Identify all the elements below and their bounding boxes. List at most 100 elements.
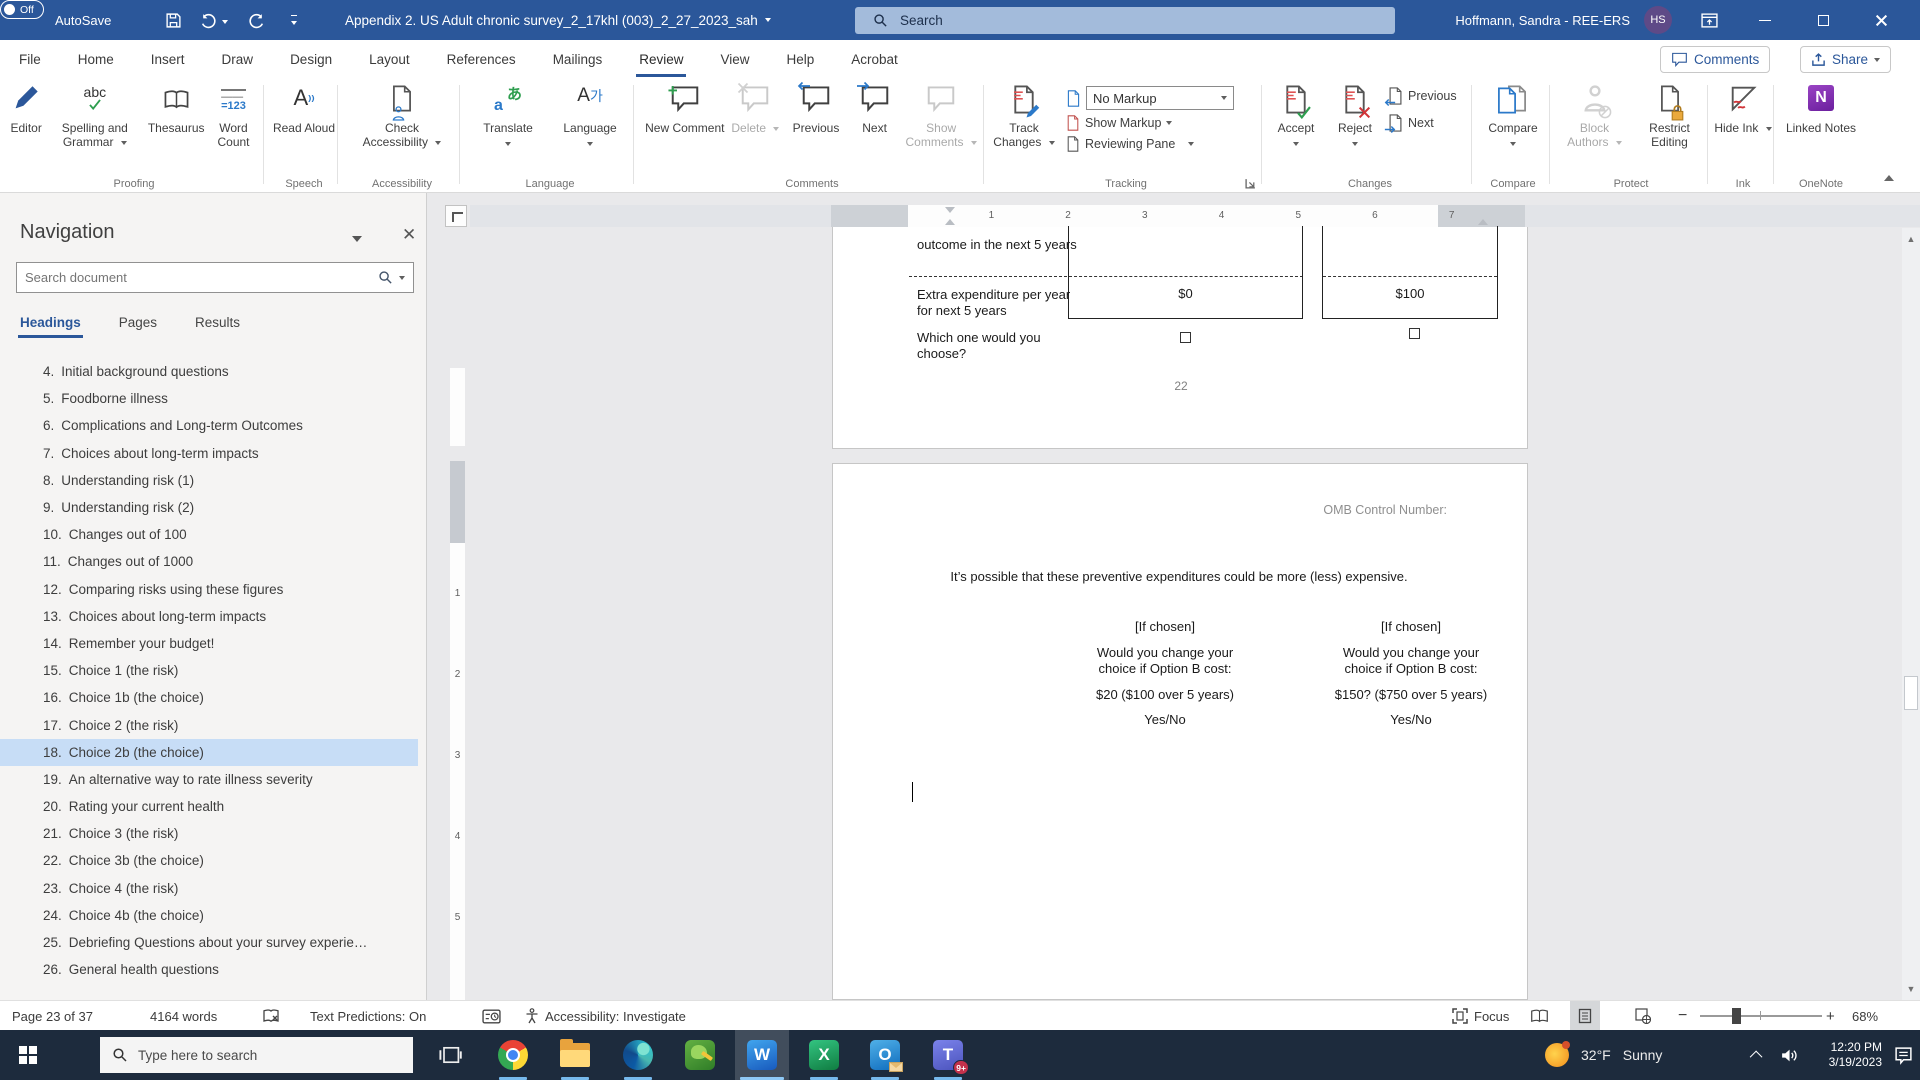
editor-button[interactable]: Editor [10, 81, 41, 136]
previous-comment-button[interactable]: Previous [785, 81, 847, 136]
customize-quick-access-toolbar-button[interactable] [283, 0, 305, 40]
heading-item[interactable]: 21. Choice 3 (the risk) [0, 820, 418, 847]
navigation-tab[interactable]: Results [195, 315, 240, 338]
linked-notes-button[interactable]: N Linked Notes [1786, 81, 1856, 136]
heading-item[interactable]: 23. Choice 4 (the risk) [0, 875, 418, 902]
zoom-in-button[interactable]: + [1826, 1001, 1835, 1031]
next-comment-button[interactable]: Next [851, 81, 899, 136]
accessibility-status-button[interactable]: Accessibility: Investigate [525, 1001, 686, 1031]
taskbar-file-explorer[interactable] [550, 1030, 600, 1080]
close-button[interactable] [1864, 0, 1898, 40]
show-markup-button[interactable]: Show Markup [1066, 115, 1234, 131]
word-count-indicator[interactable]: 4164 words [150, 1001, 217, 1031]
restrict-editing-button[interactable]: Restrict Editing [1637, 81, 1703, 149]
proofing-status-button[interactable] [262, 1001, 280, 1031]
heading-item[interactable]: 17. Choice 2 (the risk) [0, 711, 418, 738]
maximize-button[interactable] [1806, 0, 1840, 40]
heading-item[interactable]: 10. Changes out of 100 [0, 521, 418, 548]
chevron-down-icon[interactable] [399, 276, 405, 280]
heading-item[interactable]: 14. Remember your budget! [0, 630, 418, 657]
block-authors-button[interactable]: Block Authors [1560, 81, 1630, 149]
document-search-input[interactable] [25, 270, 372, 285]
heading-item[interactable]: 11. Changes out of 1000 [0, 548, 418, 575]
ribbon-tab[interactable]: Draw [219, 42, 257, 77]
reject-button[interactable]: Reject [1330, 81, 1380, 149]
navigation-options-chevron[interactable] [352, 236, 362, 242]
ribbon-tab[interactable]: Mailings [550, 42, 606, 77]
minimize-button[interactable] [1748, 0, 1782, 40]
thesaurus-button[interactable]: Thesaurus [148, 81, 205, 136]
task-view-button[interactable] [425, 1030, 475, 1080]
heading-item[interactable]: 8. Understanding risk (1) [0, 467, 418, 494]
ribbon-tab[interactable]: Insert [148, 42, 188, 77]
heading-item[interactable]: 15. Choice 1 (the risk) [0, 657, 418, 684]
next-change-button[interactable]: Next [1388, 114, 1457, 132]
show-comments-button[interactable]: Show Comments [902, 81, 980, 149]
zoom-out-button[interactable]: − [1678, 1001, 1687, 1031]
right-indent-marker[interactable] [1478, 219, 1488, 225]
first-line-indent-marker[interactable] [945, 207, 955, 213]
option-b-checkbox[interactable] [1409, 328, 1420, 339]
language-button[interactable]: A가 Language [563, 81, 616, 149]
avatar[interactable]: HS [1644, 6, 1672, 34]
redo-button[interactable] [245, 0, 267, 40]
show-hidden-icons-button[interactable] [1745, 1030, 1769, 1080]
heading-item[interactable]: 22. Choice 3b (the choice) [0, 847, 418, 874]
search-icon[interactable] [378, 270, 393, 285]
share-button[interactable]: Share [1800, 46, 1891, 73]
hide-ink-button[interactable]: Hide Ink [1714, 81, 1771, 136]
taskbar-chrome[interactable] [488, 1030, 538, 1080]
undo-dropdown[interactable] [222, 0, 228, 40]
taskbar-word[interactable]: W [735, 1030, 789, 1080]
taskbar-clock[interactable]: 12:20 PM 3/19/2023 [1798, 1030, 1882, 1080]
save-button[interactable] [162, 0, 184, 40]
ribbon-display-options-button[interactable] [1692, 0, 1726, 40]
zoom-level[interactable]: 68% [1852, 1001, 1878, 1031]
word-count-button[interactable]: ――=123 Word Count [210, 81, 258, 149]
compare-button[interactable]: Compare [1488, 81, 1537, 149]
ribbon-tab[interactable]: Layout [366, 42, 413, 77]
navigation-tab[interactable]: Headings [20, 315, 81, 338]
page-indicator[interactable]: Page 23 of 37 [12, 1001, 93, 1031]
weather-widget[interactable]: 32°F Sunny [1545, 1030, 1662, 1080]
scrollbar-thumb[interactable] [1904, 676, 1918, 710]
ribbon-tab[interactable]: View [717, 42, 752, 77]
taskbar-screenshot-tool[interactable] [675, 1030, 725, 1080]
zoom-slider-track[interactable] [1700, 1015, 1822, 1017]
ribbon-tab[interactable]: Design [287, 42, 335, 77]
document-search-box[interactable] [16, 262, 414, 293]
ribbon-tab[interactable]: Review [636, 42, 686, 77]
heading-item[interactable]: 26. General health questions [0, 956, 418, 983]
heading-item[interactable]: 25. Debriefing Questions about your surv… [0, 929, 418, 956]
heading-item[interactable]: 16. Choice 1b (the choice) [0, 684, 418, 711]
document-page-23[interactable]: OMB Control Number: It’s possible that t… [832, 463, 1528, 1000]
scroll-down-arrow[interactable]: ▼ [1904, 982, 1918, 996]
document-scrollbar[interactable]: ▲ ▼ [1902, 228, 1920, 1000]
title-search-box[interactable]: Search [855, 7, 1395, 34]
navigation-close-button[interactable]: ✕ [402, 225, 416, 245]
ribbon-tab[interactable]: Acrobat [848, 42, 901, 77]
document-title[interactable]: Appendix 2. US Adult chronic survey_2_17… [345, 0, 771, 40]
tracking-dialog-launcher[interactable] [1245, 178, 1256, 189]
navigation-tab[interactable]: Pages [119, 315, 157, 338]
left-indent-marker[interactable] [945, 219, 955, 225]
text-predictions-indicator[interactable]: Text Predictions: On [310, 1001, 426, 1031]
comments-button[interactable]: Comments [1660, 46, 1770, 73]
heading-item[interactable]: 7. Choices about long-term impacts [0, 440, 418, 467]
taskbar-teams[interactable]: T9+ [923, 1030, 973, 1080]
text-predictions-button[interactable] [482, 1001, 501, 1031]
web-layout-button[interactable] [1628, 1001, 1658, 1031]
scroll-up-arrow[interactable]: ▲ [1904, 232, 1918, 246]
previous-change-button[interactable]: Previous [1388, 87, 1457, 105]
horizontal-ruler[interactable]: 1234567 [470, 205, 1920, 227]
print-layout-button[interactable] [1570, 1001, 1600, 1031]
read-aloud-button[interactable]: A⁾⁾ Read Aloud [273, 81, 335, 136]
ribbon-tab[interactable]: Help [784, 42, 818, 77]
heading-item[interactable]: 18. Choice 2b (the choice) [0, 739, 418, 766]
check-accessibility-button[interactable]: Check Accessibility [352, 81, 452, 149]
ribbon-tab[interactable]: References [444, 42, 519, 77]
spelling-grammar-button[interactable]: abc Spelling and Grammar [47, 81, 143, 149]
account-name[interactable]: Hoffmann, Sandra - REE-ERS [1430, 0, 1630, 40]
taskbar-outlook[interactable]: O [860, 1030, 910, 1080]
markup-view-select[interactable]: No Markup [1066, 86, 1234, 110]
